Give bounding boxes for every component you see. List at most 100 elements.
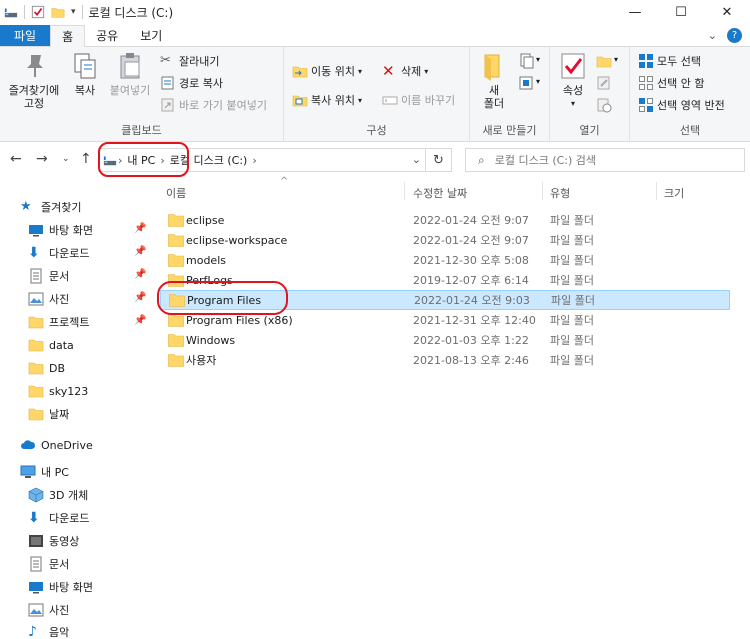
- folder-icon: [28, 385, 44, 398]
- desktop-icon: [29, 225, 43, 237]
- column-divider[interactable]: [656, 182, 657, 200]
- minimize-button[interactable]: —: [612, 0, 658, 24]
- sidebar-item-3d-objects[interactable]: 3D 개체: [28, 484, 88, 506]
- sidebar-item-sky123[interactable]: sky123: [28, 380, 88, 402]
- sidebar-item-desktop[interactable]: 바탕 화면: [28, 219, 93, 241]
- sidebar-item-pc-downloads[interactable]: ⬇ 다운로드: [28, 507, 89, 529]
- customize-toolbar-icon[interactable]: ▾: [71, 7, 76, 17]
- recent-locations-icon[interactable]: ⌄: [62, 154, 70, 164]
- delete-button[interactable]: ✕ 삭제 ▾: [382, 63, 428, 79]
- sidebar-item-pc-pictures[interactable]: 사진: [28, 599, 69, 621]
- search-input-placeholder[interactable]: 로컬 디스크 (C:) 검색: [495, 152, 596, 168]
- history-icon[interactable]: [596, 97, 612, 113]
- rename-icon: [382, 96, 398, 105]
- maximize-button[interactable]: ☐: [658, 0, 704, 24]
- sidebar-item-pc-desktop[interactable]: 바탕 화면: [28, 576, 93, 598]
- file-row[interactable]: eclipse 2022-01-24 오전 9:07 파일 폴더: [160, 210, 730, 230]
- column-name[interactable]: 이름: [166, 185, 186, 201]
- select-none-button[interactable]: 선택 안 함: [638, 75, 704, 91]
- file-date: 2021-12-31 오후 12:40: [413, 314, 536, 327]
- sidebar-item-db[interactable]: DB: [28, 357, 65, 379]
- copy-label: 복사: [74, 84, 96, 97]
- column-divider[interactable]: [542, 182, 543, 200]
- copy-icon: [74, 53, 96, 79]
- forward-arrow-icon[interactable]: →: [36, 151, 48, 167]
- invert-selection-button[interactable]: 선택 영역 반전: [638, 97, 725, 113]
- breadcrumb-this-pc[interactable]: 내 PC: [127, 152, 155, 168]
- sidebar-item-documents[interactable]: 문서: [28, 265, 69, 287]
- expand-ribbon-icon[interactable]: ⌄: [708, 29, 717, 42]
- paste-shortcut-button[interactable]: 바로 가기 붙여넣기: [160, 97, 267, 113]
- copy-button[interactable]: 복사: [68, 51, 102, 97]
- refresh-icon[interactable]: ↻: [425, 149, 451, 171]
- copy-to-button[interactable]: 복사 위치 ▾: [292, 92, 362, 108]
- file-type: 파일 폴더: [550, 314, 594, 327]
- file-name: Windows: [186, 333, 236, 347]
- file-row[interactable]: Program Files (x86) 2021-12-31 오후 12:40 …: [160, 310, 730, 330]
- close-button[interactable]: ✕: [704, 0, 750, 24]
- sidebar-item-pc-documents[interactable]: 문서: [28, 553, 69, 575]
- edit-icon[interactable]: [596, 75, 612, 91]
- open-icon[interactable]: [596, 53, 612, 69]
- new-folder-icon[interactable]: [51, 5, 65, 19]
- up-arrow-icon[interactable]: ↑: [80, 151, 92, 167]
- tab-view[interactable]: 보기: [129, 25, 173, 46]
- file-row-selected[interactable]: Program Files 2022-01-24 오전 9:03 파일 폴더: [160, 290, 730, 310]
- move-to-button[interactable]: 이동 위치 ▾: [292, 63, 362, 79]
- file-row[interactable]: PerfLogs 2019-12-07 오후 6:14 파일 폴더: [160, 270, 730, 290]
- new-item-icon[interactable]: [518, 53, 534, 69]
- help-icon[interactable]: ?: [727, 28, 742, 43]
- easy-access-icon[interactable]: [518, 75, 534, 91]
- sidebar-item-data[interactable]: data: [28, 334, 74, 356]
- column-type[interactable]: 유형: [550, 185, 570, 201]
- breadcrumb-separator-icon[interactable]: ›: [160, 154, 164, 167]
- file-row[interactable]: Windows 2022-01-03 오후 1:22 파일 폴더: [160, 330, 730, 350]
- address-dropdown-icon[interactable]: ⌄: [412, 153, 421, 166]
- select-all-icon: [639, 54, 653, 68]
- pin-quick-access-button[interactable]: 즐겨찾기에 고정: [4, 51, 64, 110]
- file-type: 파일 폴더: [550, 214, 594, 227]
- sidebar-item-downloads[interactable]: ⬇ 다운로드: [28, 242, 89, 264]
- back-arrow-icon[interactable]: ←: [10, 151, 22, 167]
- sidebar-item-pictures[interactable]: 사진: [28, 288, 69, 310]
- sidebar-item-this-pc[interactable]: 내 PC: [20, 461, 69, 483]
- delete-label: 삭제: [401, 65, 422, 78]
- properties-check-icon[interactable]: [31, 5, 45, 19]
- easy-access-chevron-icon[interactable]: ▾: [536, 77, 540, 86]
- copy-to-icon: [292, 95, 308, 107]
- column-header: ^ 이름 수정한 날짜 유형 크기: [160, 176, 750, 204]
- new-folder-button[interactable]: 새 폴더: [478, 51, 510, 110]
- column-date-modified[interactable]: 수정한 날짜: [413, 185, 467, 201]
- sidebar-item-quick-access[interactable]: ★ 즐겨찾기: [20, 196, 81, 218]
- new-item-chevron-icon[interactable]: ▾: [536, 55, 540, 64]
- file-row[interactable]: 사용자 2021-08-13 오후 2:46 파일 폴더: [160, 350, 730, 370]
- properties-button[interactable]: 속성 ▾: [556, 51, 590, 110]
- pin-icon: 📌: [134, 269, 147, 280]
- select-all-button[interactable]: 모두 선택: [638, 53, 701, 69]
- column-size[interactable]: 크기: [664, 185, 684, 201]
- search-box[interactable]: ⌕ 로컬 디스크 (C:) 검색: [465, 148, 745, 172]
- copy-path-button[interactable]: 경로 복사: [160, 75, 223, 91]
- file-row[interactable]: models 2021-12-30 오후 5:08 파일 폴더: [160, 250, 730, 270]
- address-bar[interactable]: › 내 PC › 로컬 디스크 (C:) › ⌄ ↻: [98, 148, 452, 172]
- open-chevron-icon[interactable]: ▾: [614, 55, 618, 64]
- pictures-icon: [28, 603, 44, 617]
- cut-button[interactable]: ✂ 잘라내기: [160, 53, 219, 69]
- paste-button[interactable]: 붙여넣기: [106, 51, 154, 97]
- column-divider[interactable]: [404, 182, 405, 200]
- breadcrumb-separator-icon[interactable]: ›: [252, 154, 256, 167]
- paste-shortcut-label: 바로 가기 붙여넣기: [179, 99, 267, 112]
- rename-button[interactable]: 이름 바꾸기: [382, 92, 455, 108]
- sidebar-item-videos[interactable]: 동영상: [28, 530, 79, 552]
- sidebar-item-date[interactable]: 날짜: [28, 403, 69, 425]
- breadcrumb-separator-icon[interactable]: ›: [118, 154, 122, 167]
- folder-icon: [168, 254, 184, 267]
- file-row[interactable]: eclipse-workspace 2022-01-24 오전 9:07 파일 …: [160, 230, 730, 250]
- tab-share[interactable]: 공유: [85, 25, 129, 46]
- tab-home[interactable]: 홈: [50, 25, 86, 47]
- sidebar-item-music[interactable]: ♪ 음악: [28, 621, 69, 639]
- sidebar-item-project[interactable]: 프로젝트: [28, 311, 89, 333]
- breadcrumb-local-disk[interactable]: 로컬 디스크 (C:): [170, 152, 248, 168]
- sidebar-item-onedrive[interactable]: OneDrive: [20, 434, 93, 456]
- tab-file[interactable]: 파일: [0, 25, 51, 46]
